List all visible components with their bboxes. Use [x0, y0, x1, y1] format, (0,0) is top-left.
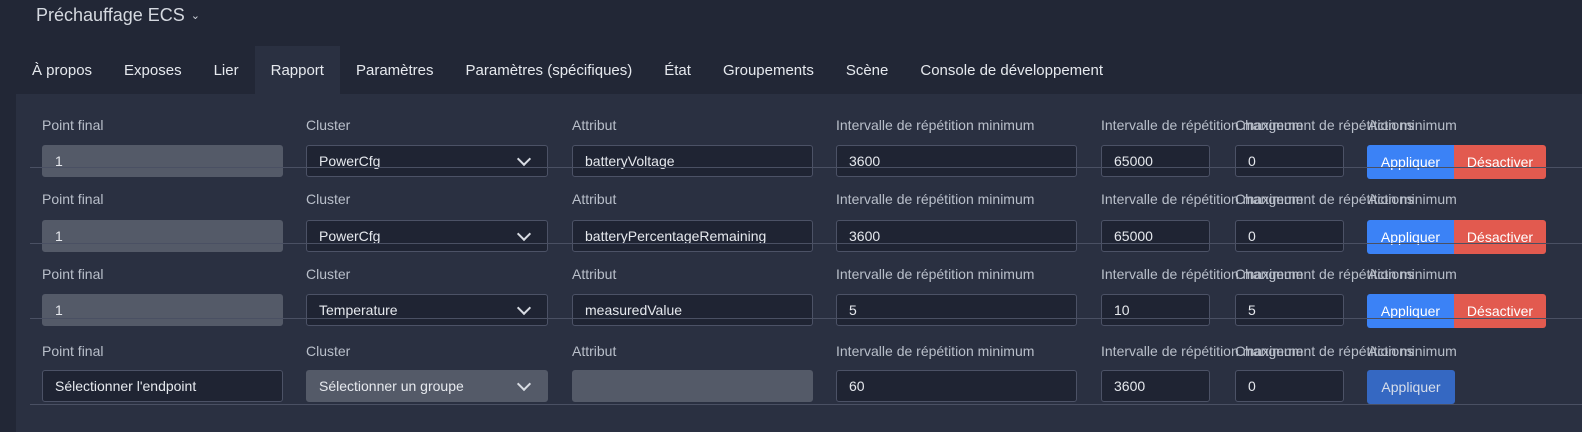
- row-divider: [30, 404, 1582, 405]
- cluster-label: Cluster: [306, 343, 351, 359]
- cluster-value: PowerCfg: [319, 228, 381, 244]
- cluster-select[interactable]: Sélectionner un groupe: [306, 370, 548, 402]
- apply-button[interactable]: Appliquer: [1367, 370, 1455, 404]
- endpoint-label: Point final: [42, 191, 104, 207]
- reporting-row-new: Point final Cluster Attribut Intervalle …: [30, 319, 1582, 414]
- attribute-select[interactable]: [572, 370, 813, 402]
- min-interval-label: Intervalle de répétition minimum: [836, 266, 1035, 282]
- min-change-input[interactable]: 0: [1235, 370, 1344, 402]
- tab-bind[interactable]: Lier: [198, 46, 255, 94]
- chevron-down-icon: [516, 376, 532, 391]
- tab-scene[interactable]: Scène: [830, 46, 905, 94]
- device-title: Préchauffage ECS: [36, 5, 185, 25]
- tab-groups[interactable]: Groupements: [707, 46, 830, 94]
- cluster-value: Temperature: [319, 302, 398, 318]
- cluster-label: Cluster: [306, 266, 351, 282]
- endpoint-label: Point final: [42, 266, 104, 282]
- endpoint-label: Point final: [42, 117, 104, 133]
- min-interval-label: Intervalle de répétition minimum: [836, 191, 1035, 207]
- max-interval-input[interactable]: 3600: [1101, 370, 1210, 402]
- endpoint-select[interactable]: Sélectionner l'endpoint: [42, 370, 283, 402]
- min-change-label: Changement de répétition minimum: [1235, 117, 1457, 133]
- reporting-row: Point final Cluster Attribut Intervalle …: [30, 244, 1582, 328]
- cluster-value: Sélectionner un groupe: [319, 378, 464, 394]
- tab-reporting[interactable]: Rapport: [254, 46, 340, 94]
- reporting-row: Point final Cluster Attribut Intervalle …: [30, 94, 1582, 179]
- actions-label: Actions: [1368, 266, 1414, 282]
- tab-bar: À propos Exposes Lier Rapport Paramètres…: [16, 46, 1582, 94]
- attribute-label: Attribut: [572, 266, 617, 282]
- attribute-label: Attribut: [572, 191, 617, 207]
- actions-label: Actions: [1368, 343, 1414, 359]
- tab-dev-console[interactable]: Console de développement: [904, 46, 1119, 94]
- tab-settings-specific[interactable]: Paramètres (spécifiques): [450, 46, 649, 94]
- endpoint-label: Point final: [42, 343, 104, 359]
- top-bar: Préchauffage ECS ⌄: [0, 0, 1582, 46]
- min-interval-label: Intervalle de répétition minimum: [836, 117, 1035, 133]
- device-selector[interactable]: Préchauffage ECS ⌄: [36, 5, 200, 26]
- tab-settings[interactable]: Paramètres: [340, 46, 450, 94]
- attribute-label: Attribut: [572, 117, 617, 133]
- actions-label: Actions: [1368, 191, 1414, 207]
- actions-label: Actions: [1368, 117, 1414, 133]
- row-divider: [30, 167, 1582, 168]
- reporting-row: Point final Cluster Attribut Intervalle …: [30, 169, 1582, 254]
- cluster-label: Cluster: [306, 191, 351, 207]
- tab-about[interactable]: À propos: [16, 46, 108, 94]
- chevron-down-icon: [516, 300, 532, 315]
- min-change-label: Changement de répétition minimum: [1235, 343, 1457, 359]
- chevron-down-icon: [516, 151, 532, 166]
- tab-exposes[interactable]: Exposes: [108, 46, 198, 94]
- chevron-down-icon: [516, 226, 532, 241]
- min-interval-label: Intervalle de répétition minimum: [836, 343, 1035, 359]
- cluster-label: Cluster: [306, 117, 351, 133]
- min-interval-input[interactable]: 60: [836, 370, 1077, 402]
- reporting-panel: Point final Cluster Attribut Intervalle …: [16, 94, 1582, 432]
- chevron-down-icon: ⌄: [190, 10, 200, 22]
- min-change-label: Changement de répétition minimum: [1235, 266, 1457, 282]
- min-change-label: Changement de répétition minimum: [1235, 191, 1457, 207]
- attribute-label: Attribut: [572, 343, 617, 359]
- tab-state[interactable]: État: [648, 46, 707, 94]
